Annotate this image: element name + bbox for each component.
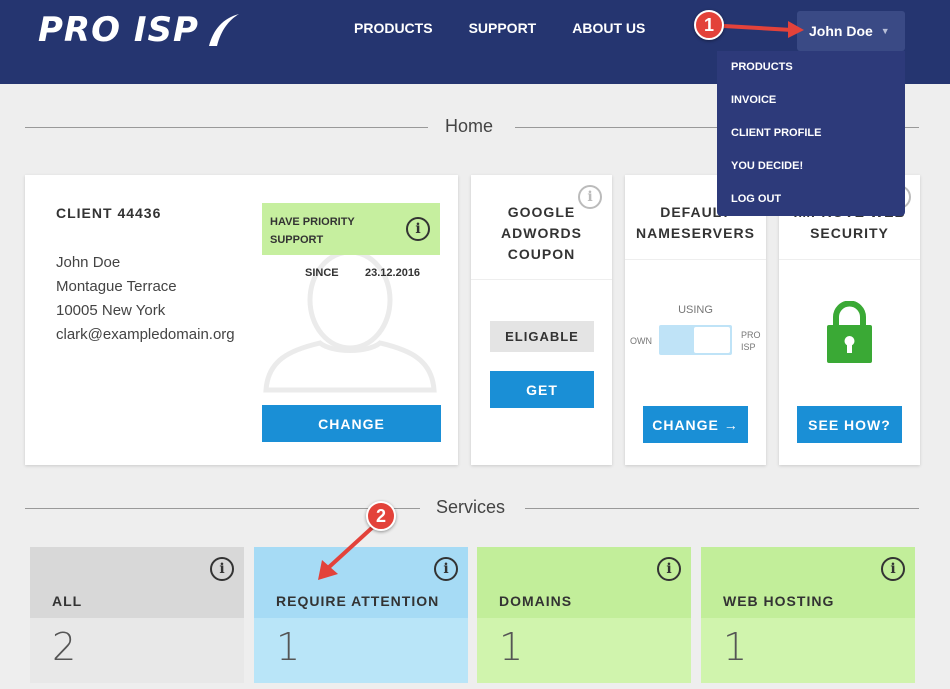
tile-count: 1 [499,625,524,669]
info-icon[interactable]: i [881,557,905,581]
services-section-heading: Services [25,493,919,523]
callout-2: 2 [366,501,396,531]
info-icon[interactable]: i [434,557,458,581]
own-label: OWN [630,336,652,346]
service-tile-domains[interactable]: i DOMAINS 1 [477,547,691,683]
heading-line-left [25,127,428,128]
nameservers-card: DEFAULT NAMESERVERS USING OWN PRO ISP CH… [625,175,766,465]
tile-label: ALL [52,593,83,609]
eligible-status: ELIGABLE [490,321,594,352]
dropdown-item-client-profile[interactable]: CLIENT PROFILE [717,117,905,150]
callout-1-label: 1 [703,14,714,35]
since-date: 23.12.2016 [365,267,421,279]
user-menu-button[interactable]: John Doe ▼ [797,11,905,51]
toggle-knob [694,327,730,353]
adwords-title: GOOGLE ADWORDS COUPON [501,204,582,262]
client-email: clark@exampledomain.org [56,326,235,343]
security-card: i IMPROVE WEB SECURITY SEE HOW? [779,175,920,465]
tile-count: 1 [276,625,301,669]
callout-2-arrow [318,524,376,580]
main-nav: PRODUCTS SUPPORT ABOUT US [354,20,681,36]
caret-down-icon: ▼ [880,26,890,36]
since-label: SINCE [305,267,339,279]
client-info: John Doe Montague Terrace 10005 New York… [56,251,241,347]
dropdown-item-you-decide[interactable]: YOU DECIDE! [717,150,905,183]
nameserver-toggle[interactable] [659,325,732,355]
priority-label: HAVE PRIORITY SUPPORT [270,216,355,246]
client-city: 10005 New York [56,302,166,319]
client-name: John Doe [56,254,121,271]
services-title: Services [436,497,506,517]
tile-count: 1 [723,625,748,669]
info-icon[interactable]: i [406,217,430,241]
client-street: Montague Terrace [56,278,177,295]
logo-swoosh-icon [208,14,239,46]
callout-1: 1 [694,10,724,40]
tile-count: 2 [52,625,77,669]
get-coupon-button[interactable]: GET [490,371,594,408]
nav-products[interactable]: PRODUCTS [354,20,433,36]
dropdown-item-invoice[interactable]: INVOICE [717,84,905,117]
card-divider [779,259,920,260]
pro-isp-label: PRO ISP [741,330,761,352]
logo-text: PRO ISP [38,10,199,50]
using-label: USING [678,304,713,316]
service-tile-web-hosting[interactable]: i WEB HOSTING 1 [701,547,915,683]
callout-2-label: 2 [375,505,386,526]
info-icon[interactable]: i [657,557,681,581]
card-divider [625,259,766,260]
service-tile-all[interactable]: i ALL 2 [30,547,244,683]
see-how-button[interactable]: SEE HOW? [797,406,902,443]
user-name: John Doe [809,23,873,39]
tile-label: WEB HOSTING [723,593,835,609]
tile-label: DOMAINS [499,593,573,609]
change-client-button[interactable]: CHANGE [262,405,441,442]
home-title: Home [445,116,494,136]
dropdown-item-products[interactable]: PRODUCTS [717,51,905,84]
change-nameservers-button[interactable]: CHANGE → [643,406,748,443]
nav-about-us[interactable]: ABOUT US [572,20,645,36]
priority-support-badge: HAVE PRIORITY SUPPORT i [262,203,440,255]
client-card: CLIENT 44436 John Doe Montague Terrace 1… [25,175,458,465]
card-divider [471,279,612,280]
info-icon[interactable]: i [210,557,234,581]
logo[interactable]: PRO ISP [38,10,241,50]
client-id: CLIENT 44436 [56,205,162,221]
adwords-card: i GOOGLE ADWORDS COUPON ELIGABLE GET [471,175,612,465]
lock-icon [827,301,872,363]
heading-line-left [25,508,420,509]
heading-line-right [525,508,919,509]
tile-label: REQUIRE ATTENTION [276,593,440,609]
callout-1-arrow [723,21,804,38]
dropdown-item-log-out[interactable]: LOG OUT [717,183,905,216]
user-dropdown-menu: PRODUCTS INVOICE CLIENT PROFILE YOU DECI… [717,51,905,216]
nav-support[interactable]: SUPPORT [469,20,537,36]
